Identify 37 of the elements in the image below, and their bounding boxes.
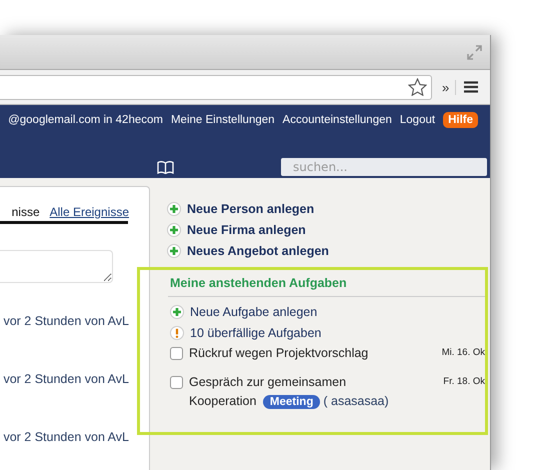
- address-field[interactable]: [0, 74, 432, 100]
- search-field[interactable]: suchen...: [281, 158, 487, 176]
- account-text: @googlemail.com in 42hecom: [8, 114, 163, 126]
- event-meta-text: vor 2 Stunden von AvL: [2, 372, 130, 387]
- plus-icon: [167, 202, 181, 216]
- action-link[interactable]: Neue Person anlegen: [187, 202, 314, 216]
- task-title: Kooperation: [189, 394, 256, 408]
- task-link[interactable]: Neue Aufgabe anlegen: [190, 304, 318, 318]
- task-title: Gespräch zur gemeinsamen: [189, 375, 346, 389]
- overdue-link[interactable]: 10 überfällige Aufgaben: [190, 326, 322, 340]
- plus-icon: [170, 304, 184, 318]
- star-icon[interactable]: [408, 78, 427, 96]
- book-icon[interactable]: [157, 160, 174, 174]
- extensions-button[interactable]: »: [442, 80, 456, 94]
- section-title: Meine anstehenden Aufgaben: [170, 276, 348, 292]
- warning-icon: [170, 326, 184, 340]
- task-note: ( asasasaa): [323, 394, 389, 408]
- menu-icon[interactable]: [464, 81, 478, 93]
- task-checkbox[interactable]: [170, 347, 183, 360]
- plus-icon: [167, 222, 181, 236]
- header-link[interactable]: Accounteinstellungen: [282, 114, 392, 126]
- comment-field[interactable]: [0, 250, 113, 283]
- header-link[interactable]: Meine Einstellungen: [170, 114, 275, 126]
- task-title: Rückruf wegen Projektvorschlag: [189, 346, 368, 360]
- due-date: Mi. 16. Ok: [442, 346, 485, 358]
- header-link[interactable]: Logout: [400, 114, 436, 126]
- plus-icon: [167, 244, 181, 258]
- fullscreen-icon[interactable]: [467, 44, 482, 60]
- tab[interactable]: nisse: [12, 202, 40, 221]
- tab[interactable]: Alle Ereignisse: [50, 202, 129, 221]
- due-date: Fr. 18. Ok: [443, 375, 485, 387]
- event-meta-text: vor 2 Stunden von AvL: [2, 430, 130, 445]
- action-link[interactable]: Neues Angebot anlegen: [187, 244, 329, 258]
- task-checkbox[interactable]: [170, 376, 183, 389]
- event-meta-text: vor 2 Stunden von AvL: [2, 314, 130, 329]
- tag-badge: Meeting: [262, 395, 320, 409]
- action-link[interactable]: Neue Firma anlegen: [187, 222, 306, 236]
